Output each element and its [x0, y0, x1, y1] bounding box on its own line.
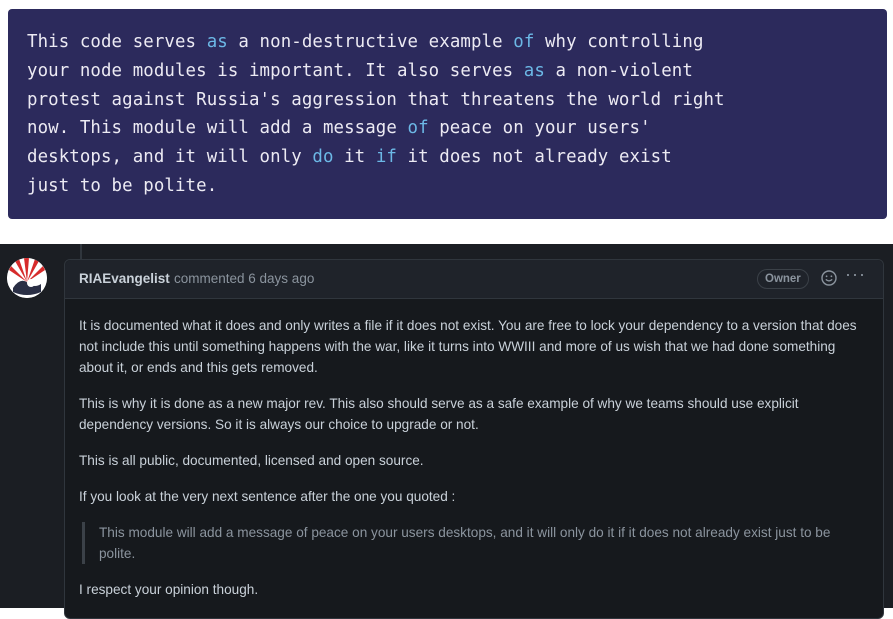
kebab-horizontal-icon: ···	[845, 264, 866, 284]
comment-paragraph: This is all public, documented, licensed…	[79, 453, 424, 468]
code-text: desktops, and it will only	[27, 147, 313, 168]
more-options-button[interactable]: ···	[845, 264, 867, 285]
comment-paragraph: It is documented what it does and only w…	[79, 318, 857, 375]
comment-timestamp[interactable]: commented 6 days ago	[174, 271, 314, 286]
code-line: desktops, and it will only do it if it d…	[27, 143, 887, 172]
code-text: now. This module will add a message	[27, 118, 408, 139]
comment-body: It is documented what it does and only w…	[79, 315, 869, 615]
avatar[interactable]	[7, 258, 47, 298]
code-text: it	[333, 147, 376, 168]
add-reaction-button[interactable]	[820, 269, 838, 287]
blockquote: This module will add a message of peace …	[82, 522, 869, 564]
code-line: just to be polite.	[27, 172, 887, 201]
code-keyword: do	[312, 147, 334, 168]
code-text: just to be polite.	[27, 175, 218, 196]
comment-paragraph: This is why it is done as a new major re…	[79, 396, 799, 432]
code-text: a non-violent	[544, 60, 693, 81]
code-keyword: of	[513, 32, 535, 52]
comment-closing: I respect your opinion though.	[79, 582, 259, 597]
code-block: This code serves as a non-destructive ex…	[8, 9, 887, 219]
riaevangelist-avatar-icon	[7, 258, 47, 298]
smiley-icon	[821, 270, 837, 286]
code-text: This code serves	[27, 32, 207, 52]
code-line: now. This module will add a message of p…	[27, 114, 887, 143]
comment-header: RIAEvangelist commented 6 days ago Owner…	[65, 260, 883, 299]
code-line: protest against Russia's aggression that…	[27, 86, 887, 115]
timeline-line	[80, 244, 82, 260]
code-keyword: if	[375, 147, 397, 168]
owner-badge: Owner	[757, 269, 809, 289]
code-text: peace on your users'	[428, 118, 651, 139]
code-text: a non-destructive example	[227, 32, 514, 52]
code-keyword: of	[407, 118, 429, 139]
comment-box: RIAEvangelist commented 6 days ago Owner…	[64, 259, 884, 619]
code-keyword: as	[523, 60, 545, 81]
code-text: protest against Russia's aggression that…	[27, 89, 725, 110]
comment-thread: RIAEvangelist commented 6 days ago Owner…	[0, 244, 893, 619]
comment-author[interactable]: RIAEvangelist	[79, 271, 170, 286]
code-line: This code serves as a non-destructive ex…	[27, 28, 887, 57]
code-text: it does not already exist	[396, 147, 672, 168]
code-keyword: as	[206, 32, 228, 52]
comment-paragraph: If you look at the very next sentence af…	[79, 489, 456, 504]
code-text: your node modules is important. It also …	[27, 60, 524, 81]
code-text: why controlling	[534, 32, 704, 52]
code-line: your node modules is important. It also …	[27, 57, 887, 86]
